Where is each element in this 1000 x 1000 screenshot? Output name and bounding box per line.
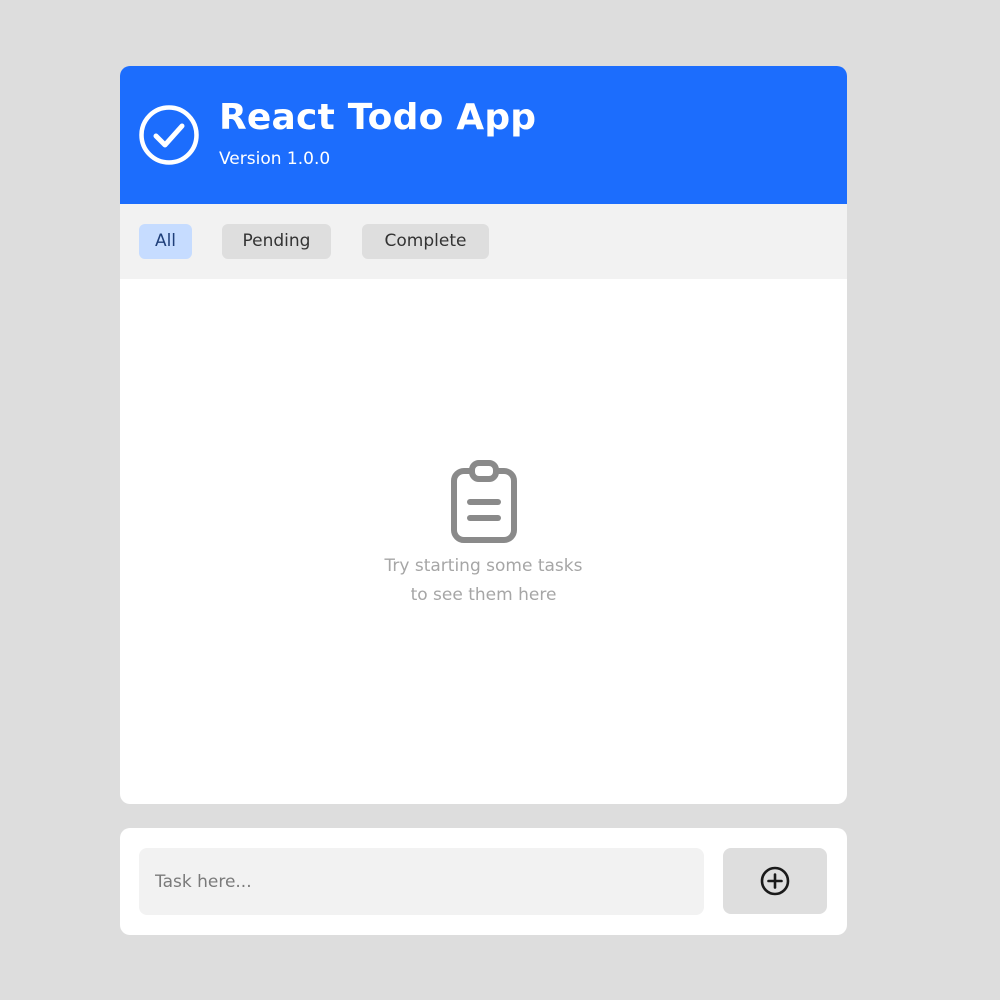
- filter-pending-button[interactable]: Pending: [222, 224, 331, 259]
- add-task-button[interactable]: [723, 848, 827, 914]
- todo-card: React Todo App Version 1.0.0 All Pending…: [120, 66, 847, 804]
- empty-state-text: Try starting some tasks: [384, 556, 583, 576]
- app-header: React Todo App Version 1.0.0: [120, 66, 847, 204]
- task-list: Try starting some tasks to see them here: [120, 279, 847, 804]
- app-version: Version 1.0.0: [219, 149, 331, 169]
- filter-bar: All Pending Complete: [120, 204, 847, 279]
- check-circle-icon: [139, 105, 199, 165]
- empty-state: Try starting some tasks to see them here: [120, 460, 847, 610]
- app-title: React Todo App: [219, 97, 537, 138]
- empty-state-subtext: to see them here: [410, 585, 557, 605]
- plus-circle-icon: [760, 866, 790, 896]
- clipboard-icon: [450, 460, 517, 543]
- task-input[interactable]: [139, 848, 704, 915]
- filter-complete-button[interactable]: Complete: [362, 224, 489, 259]
- add-task-bar: [120, 828, 847, 935]
- filter-all-button[interactable]: All: [139, 224, 192, 259]
